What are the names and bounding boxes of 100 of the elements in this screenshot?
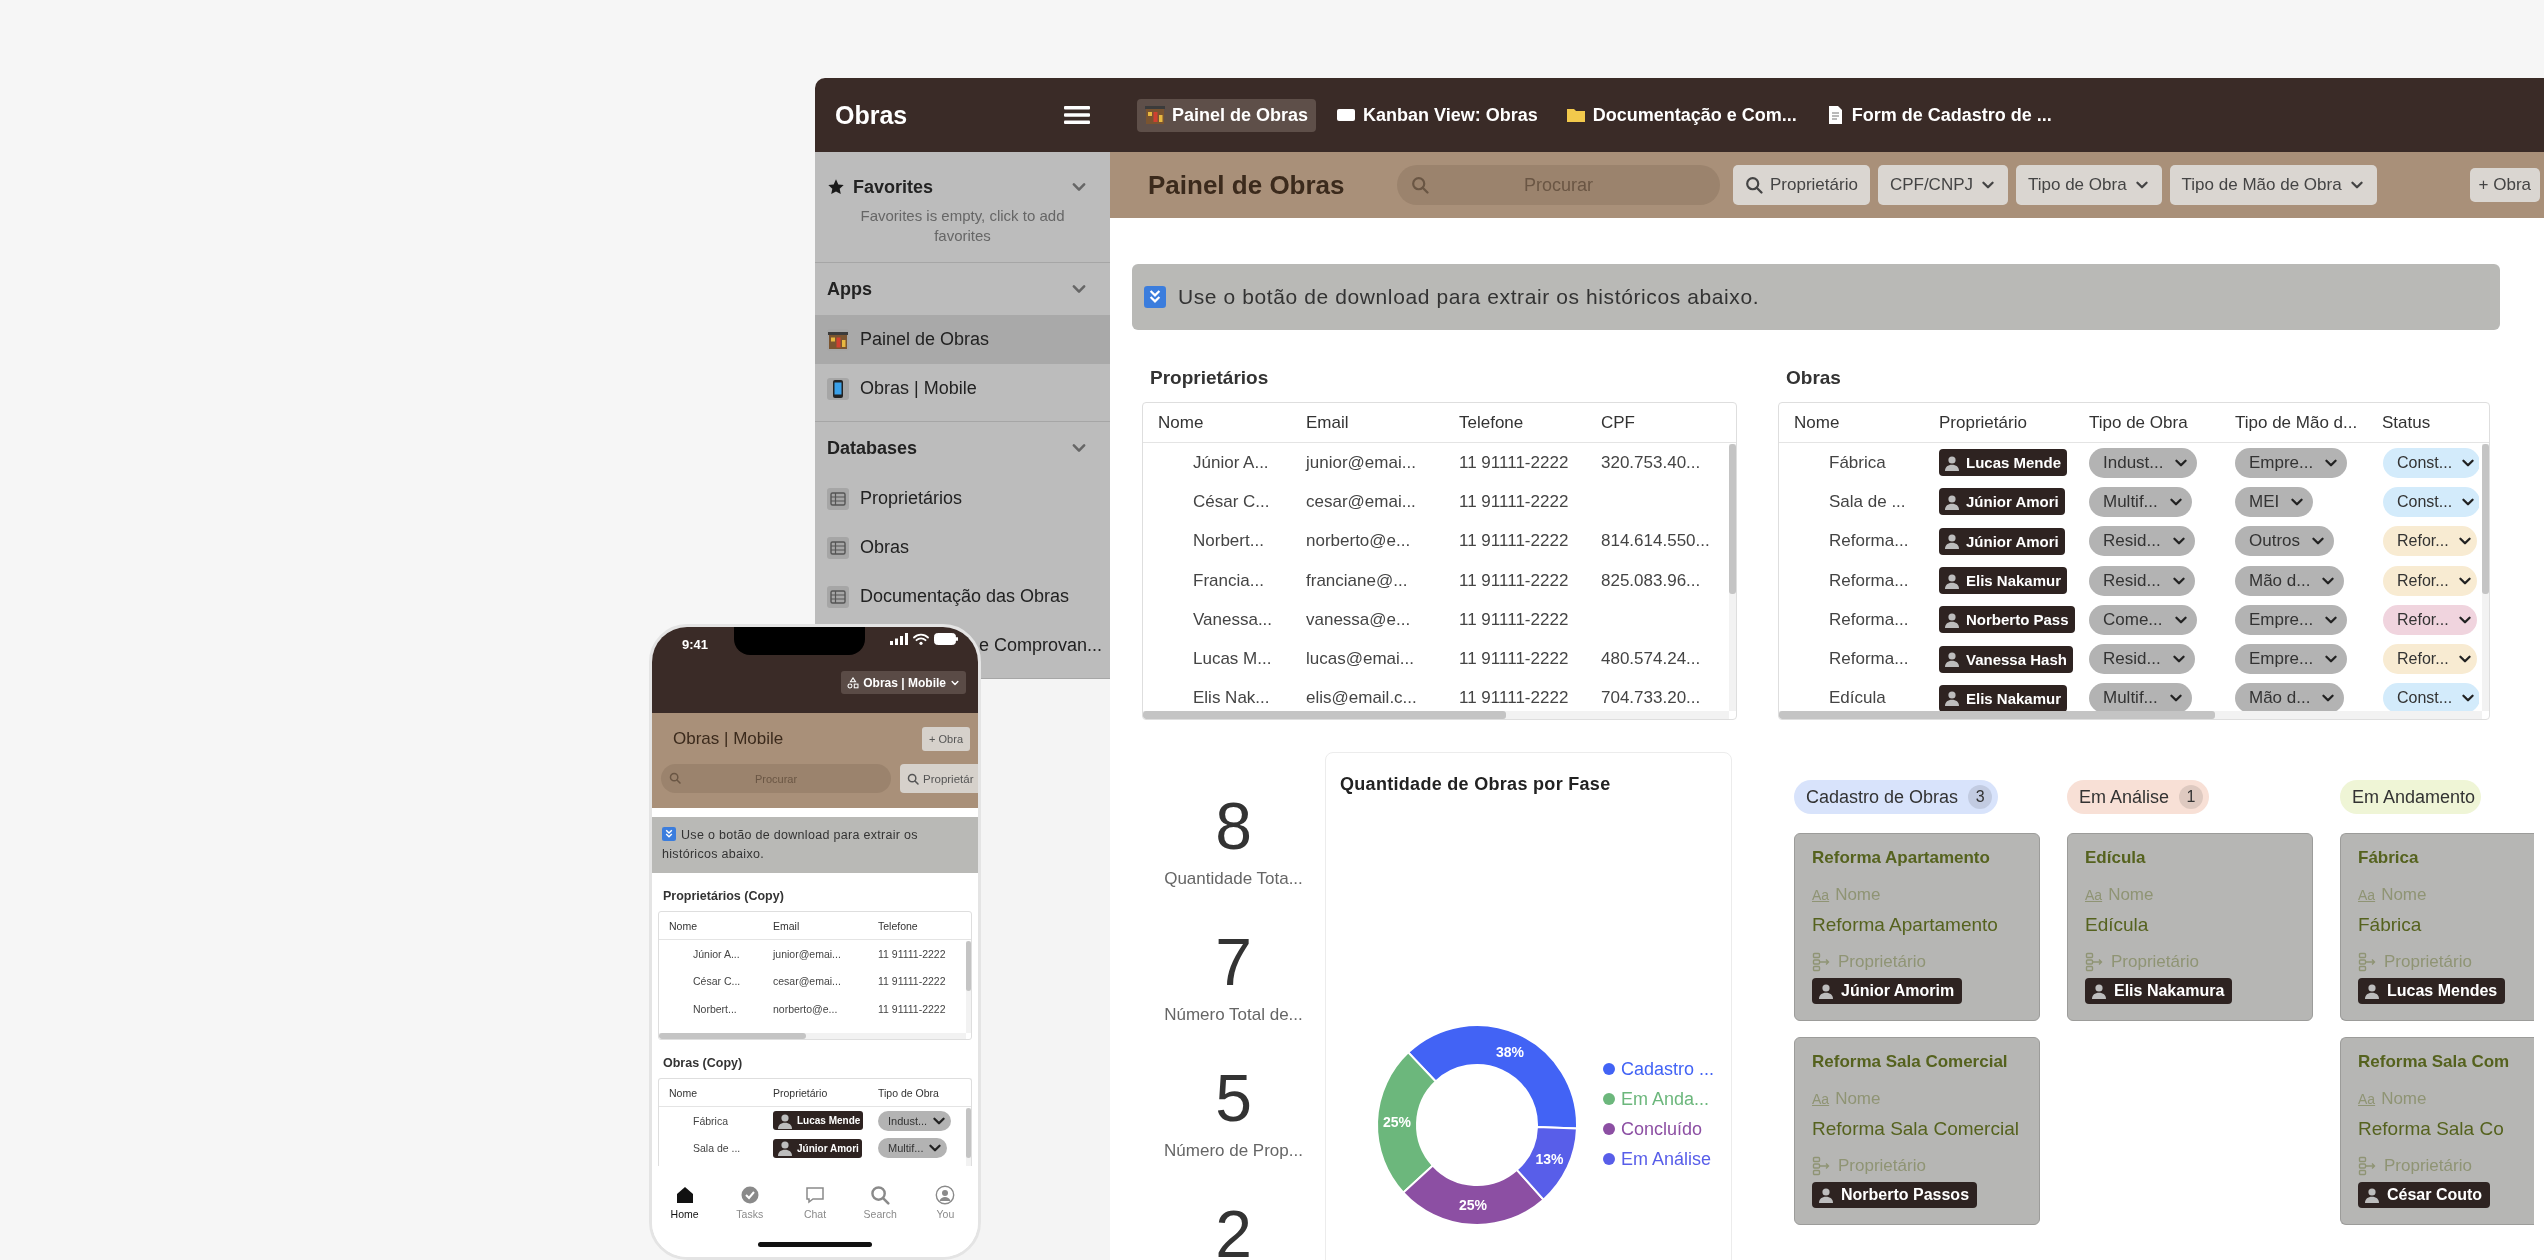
menu-button[interactable]	[1064, 105, 1090, 125]
status-pill[interactable]: Refor...	[2383, 604, 2477, 635]
scrollbar[interactable]	[2482, 444, 2489, 711]
filter-button[interactable]: Tipo de Obra	[2016, 165, 2162, 205]
select-pill[interactable]: Mão d...	[2235, 565, 2345, 596]
column-header[interactable]: Tipo de Obra	[2074, 412, 2220, 433]
donut-slice[interactable]	[1376, 1051, 1437, 1194]
select-pill[interactable]: Resid...	[2089, 526, 2195, 557]
section-title[interactable]: Favorites	[853, 176, 1062, 198]
column-header[interactable]: Tipo de Mão d...	[2220, 412, 2367, 433]
select-pill[interactable]: Empre...	[2235, 447, 2348, 478]
column-header[interactable]: Nome	[1779, 412, 1924, 433]
column-header[interactable]: Tipo de Obra	[868, 1086, 965, 1099]
legend-label[interactable]: Em Análise	[1621, 1149, 1712, 1169]
select-pill[interactable]: MEI	[2235, 486, 2314, 517]
donut-slice[interactable]	[1515, 1126, 1578, 1201]
nav-tab[interactable]: Documentação e Com...	[1557, 98, 1805, 132]
nav-tab[interactable]: Form de Cadastro de ...	[1816, 98, 2060, 132]
tab-bar-item[interactable]: Home	[652, 1185, 718, 1227]
select-pill[interactable]: Resid...	[2089, 565, 2195, 596]
select-pill[interactable]: Empre...	[2235, 644, 2348, 675]
sidebar-item[interactable]: Obras	[815, 523, 1110, 572]
scrollbar[interactable]	[1779, 711, 2482, 719]
owner-chip[interactable]: Lucas Mende	[1939, 449, 2068, 477]
owner-chip[interactable]: César Couto	[2358, 1182, 2491, 1208]
status-pill[interactable]: Const...	[2383, 486, 2479, 517]
sidebar-item[interactable]: e Comprovan...	[974, 621, 1110, 670]
column-header[interactable]: CPF	[1586, 412, 1728, 433]
scrollbar[interactable]	[1729, 444, 1736, 711]
select-pill[interactable]: Indust...	[878, 1110, 952, 1131]
kanban-card[interactable]: Edícula Aa Nome Edícula Proprietário Elis Nakamura	[2067, 833, 2313, 1021]
select-pill[interactable]: Come...	[2089, 604, 2197, 635]
scrollbar[interactable]	[966, 1108, 971, 1166]
filter-button[interactable]: Tipo de Mão de Obra	[2169, 165, 2377, 205]
select-pill[interactable]: Multif...	[2089, 683, 2192, 714]
owner-chip[interactable]: Júnior Amori	[773, 1138, 862, 1158]
add-button[interactable]: + Obra	[2469, 168, 2540, 202]
owner-chip[interactable]: Júnior Amori	[1939, 527, 2065, 555]
column-header[interactable]: Telefone	[868, 919, 965, 932]
tab-bar-item[interactable]: Tasks	[717, 1185, 783, 1227]
status-pill[interactable]: Refor...	[2383, 526, 2477, 557]
owner-chip[interactable]: Júnior Amori	[1939, 488, 2065, 516]
kanban-card[interactable]: Reforma Apartamento Aa Nome Reforma Apartamento Proprietário Júnior Amorim	[1794, 833, 2040, 1021]
select-pill[interactable]: Empre...	[2235, 604, 2348, 635]
select-pill[interactable]: Multif...	[878, 1138, 948, 1159]
owner-chip[interactable]: Norberto Pass	[1939, 606, 2075, 634]
owner-chip[interactable]: Lucas Mendes	[2358, 978, 2506, 1004]
column-header[interactable]: Proprietário	[763, 1086, 868, 1099]
status-pill[interactable]: Const...	[2383, 447, 2479, 478]
owner-chip[interactable]: Júnior Amorim	[1812, 978, 1963, 1004]
column-header-pill[interactable]: Em Andamento	[2340, 780, 2482, 814]
column-header-pill[interactable]: Cadastro de Obras 3	[1794, 780, 1999, 814]
sidebar-item[interactable]: Obras | Mobile	[815, 364, 1110, 413]
column-header-pill[interactable]: Em Análise 1	[2067, 780, 2210, 814]
column-header[interactable]: Email	[763, 919, 868, 932]
owner-chip[interactable]: Lucas Mende	[773, 1111, 864, 1131]
owner-chip[interactable]: Norberto Passos	[1812, 1182, 1978, 1208]
sidebar-item[interactable]: Documentação das Obras	[815, 572, 1110, 621]
owner-chip[interactable]: Elis Nakamura	[2085, 978, 2233, 1004]
scrollbar[interactable]	[966, 941, 971, 1033]
column-header[interactable]: Nome	[1143, 412, 1291, 433]
select-pill[interactable]: Multif...	[2089, 486, 2192, 517]
scrollbar[interactable]	[659, 1033, 966, 1039]
section-title[interactable]: Apps	[827, 278, 1062, 300]
column-header[interactable]: Proprietário	[1924, 412, 2074, 433]
section-title[interactable]: Databases	[827, 437, 1062, 459]
home-indicator[interactable]	[758, 1242, 872, 1247]
nav-tab[interactable]: Kanban View: Obras	[1328, 98, 1546, 132]
app-switcher[interactable]: Obras | Mobile	[841, 671, 966, 694]
status-pill[interactable]: Refor...	[2383, 565, 2477, 596]
owner-chip[interactable]: Vanessa Hash	[1939, 645, 2073, 673]
legend-label[interactable]: Cadastro ...	[1621, 1059, 1715, 1079]
select-pill[interactable]: Outros	[2235, 526, 2335, 557]
filter-button[interactable]: Proprietário	[1733, 165, 1870, 205]
nav-tab[interactable]: Painel de Obras	[1137, 98, 1317, 132]
column-header[interactable]: Status	[2367, 412, 2479, 433]
add-button[interactable]: + Obra	[922, 727, 970, 751]
select-pill[interactable]: Indust...	[2089, 447, 2198, 478]
legend-label[interactable]: Concluído	[1621, 1119, 1703, 1139]
filter-button[interactable]: CPF/CNPJ	[1877, 165, 2008, 205]
sidebar-item[interactable]: Proprietários	[815, 474, 1110, 523]
status-pill[interactable]: Refor...	[2383, 644, 2477, 675]
tab-bar-item[interactable]: Search	[847, 1185, 913, 1227]
column-header[interactable]: Email	[1291, 412, 1444, 433]
column-header[interactable]: Nome	[659, 919, 763, 932]
sidebar-item[interactable]: Painel de Obras	[815, 315, 1110, 364]
kanban-card[interactable]: Fábrica Aa Nome Fábrica Proprietário Lucas Mendes	[2340, 833, 2534, 1021]
tab-bar-item[interactable]: Chat	[782, 1185, 848, 1227]
tab-bar-item[interactable]: You	[912, 1185, 978, 1227]
owner-chip[interactable]: Elis Nakamur	[1939, 684, 2068, 712]
scrollbar[interactable]	[1143, 711, 1729, 719]
column-header[interactable]: Nome	[659, 1086, 763, 1099]
select-pill[interactable]: Mão d...	[2235, 683, 2345, 714]
status-pill[interactable]: Const...	[2383, 683, 2479, 714]
owner-chip[interactable]: Elis Nakamur	[1939, 567, 2068, 595]
donut-slice[interactable]	[1402, 1164, 1545, 1226]
select-pill[interactable]: Resid...	[2089, 644, 2195, 675]
kanban-card[interactable]: Reforma Sala Com Aa Nome Reforma Sala Co Proprietário César Couto	[2340, 1037, 2534, 1225]
kanban-card[interactable]: Reforma Sala Comercial Aa Nome Reforma Sala Comercial Proprietário Norberto Passos	[1794, 1037, 2040, 1225]
column-header[interactable]: Telefone	[1444, 412, 1586, 433]
